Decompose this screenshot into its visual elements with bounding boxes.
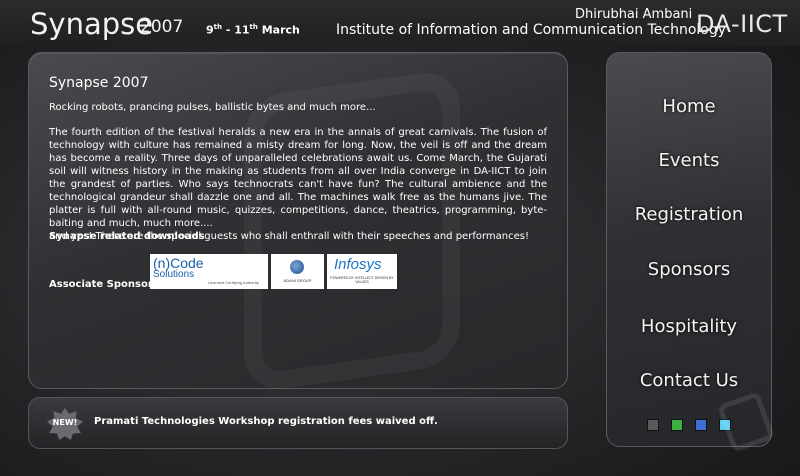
header: Synapse 2007 9th - 11th March Dhirubhai …	[0, 0, 800, 46]
news-ticker: NEW! Pramati Technologies Workshop regis…	[28, 397, 568, 449]
new-badge-icon: NEW!	[47, 408, 83, 440]
nav-sponsors[interactable]: Sponsors	[607, 259, 771, 280]
date-month: March	[261, 23, 300, 37]
ncode-tagline: Licensed Certifying Authority	[208, 280, 259, 285]
site-logo[interactable]: Synapse	[30, 7, 153, 41]
institute-logo[interactable]: DA-IICT	[696, 10, 788, 38]
ncode-subname: Solutions	[153, 269, 195, 280]
downloads-link[interactable]: Synapse related downloads	[49, 231, 205, 242]
date-start-day: 9	[206, 23, 214, 37]
tagline: Rocking robots, prancing pulses, ballist…	[49, 102, 376, 113]
theme-swatch-gray[interactable]	[647, 419, 659, 431]
institute-name: Dhirubhai Ambani	[575, 7, 693, 22]
date-end-day: 11	[234, 23, 250, 37]
date-end-suffix: th	[249, 23, 258, 31]
infosys-tagline: POWERED BY INTELLECT DRIVEN BY VALUES	[330, 276, 394, 284]
sponsors-label: Associate Sponsors :	[49, 279, 167, 290]
theme-swatch-green[interactable]	[671, 419, 683, 431]
page-title: Synapse 2007	[49, 75, 149, 91]
adani-mark-icon	[290, 260, 304, 274]
infosys-name: Infosys	[334, 256, 382, 273]
intro-text: The fourth edition of the festival heral…	[49, 126, 547, 243]
nav-registration[interactable]: Registration	[607, 204, 771, 225]
logo-year: 2007	[140, 17, 184, 37]
nav-hospitality[interactable]: Hospitality	[607, 316, 771, 337]
new-badge-label: NEW!	[52, 418, 78, 427]
sponsor-infosys-logo[interactable]: Infosys POWERED BY INTELLECT DRIVEN BY V…	[327, 254, 397, 289]
intro-paragraph: The fourth edition of the festival heral…	[49, 127, 547, 229]
nav-events[interactable]: Events	[607, 150, 771, 171]
content-panel: Synapse 2007 Rocking robots, prancing pu…	[28, 52, 568, 395]
event-dates: 9th - 11th March	[206, 23, 300, 37]
news-item[interactable]: Pramati Technologies Workshop registrati…	[94, 416, 438, 427]
sponsor-ncode-logo[interactable]: (n)Code Solutions Licensed Certifying Au…	[150, 254, 268, 289]
institute-full-name: Institute of Information and Communicati…	[336, 22, 727, 38]
nav-home[interactable]: Home	[607, 96, 771, 117]
theme-swatch-blue[interactable]	[695, 419, 707, 431]
date-start-suffix: th	[213, 23, 222, 31]
sponsor-adani-logo[interactable]: ADANI GROUP	[271, 254, 324, 289]
nav-panel: Home Events Registration Sponsors Hospit…	[606, 52, 776, 454]
nav-contact-us[interactable]: Contact Us	[607, 370, 771, 391]
adani-label: ADANI GROUP	[283, 278, 312, 283]
synapse-logo-icon	[716, 390, 776, 454]
